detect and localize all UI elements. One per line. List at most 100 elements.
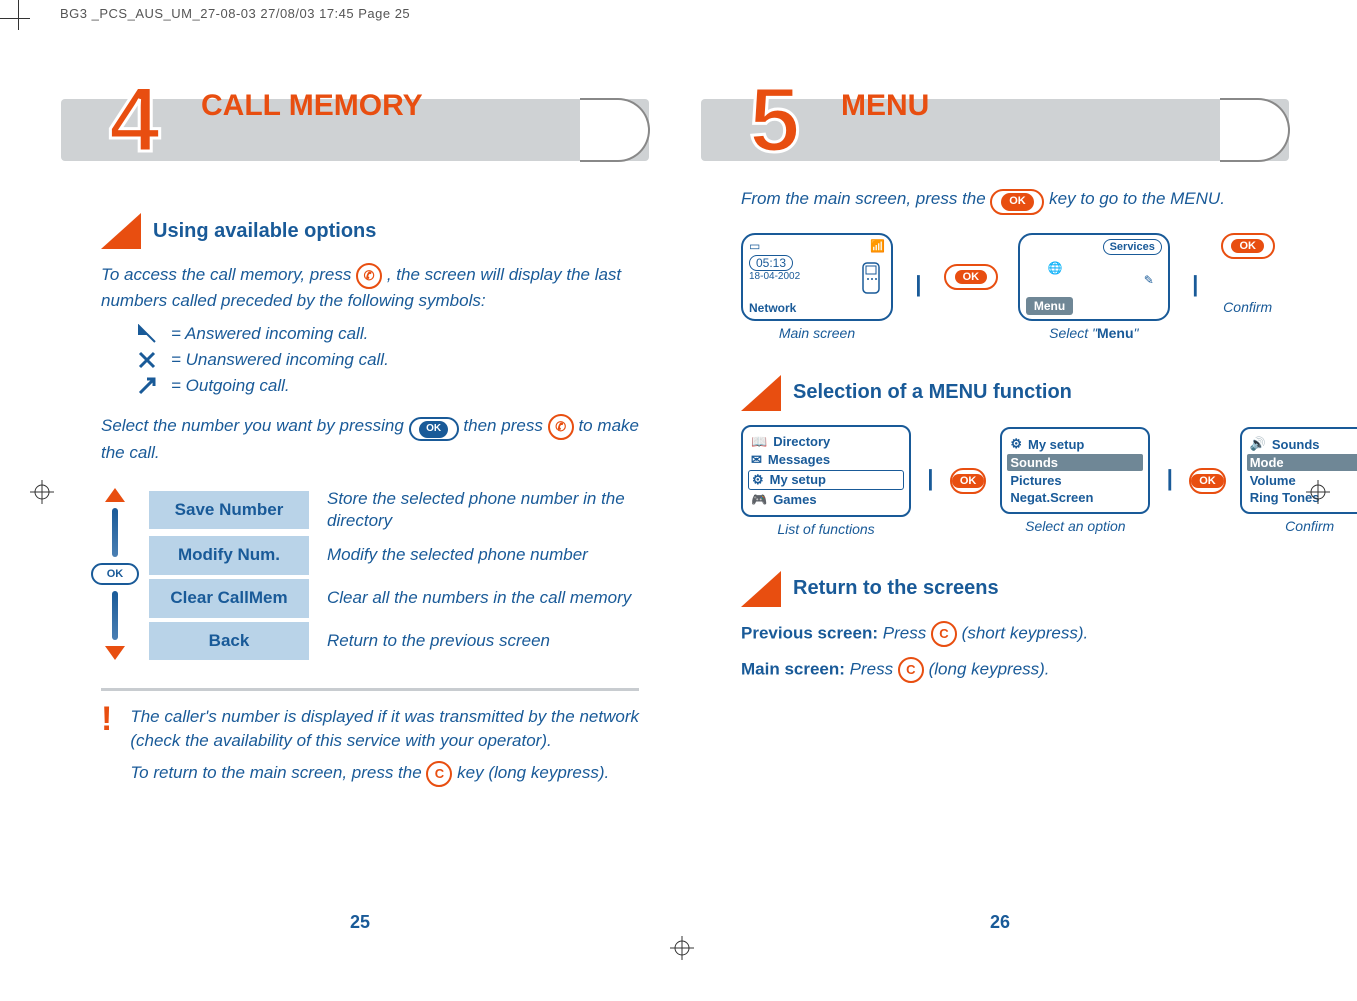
main-phone-screen: ▭ 📶 05:13 18-04-2002 Network [741, 233, 893, 321]
ok-key-icon: OK [1189, 468, 1226, 494]
header-label: Sounds [1272, 437, 1320, 452]
answered-icon [137, 324, 157, 344]
menu-intro: From the main screen, press the OK key t… [741, 187, 1279, 215]
gear-icon: ⚙ [752, 472, 764, 488]
cap-b: Menu [1097, 325, 1134, 341]
intro-paragraph: To access the call memory, press ✆ , the… [101, 263, 639, 314]
fn-mid-caption: Select an option [1025, 518, 1125, 534]
ok-key-icon: OK [990, 189, 1044, 215]
list-item-ringtones: Ring Tones [1250, 489, 1357, 506]
option-label: Clear CallMem [149, 579, 309, 618]
previous-screen-line: Previous screen: Press C (short keypress… [741, 621, 1279, 647]
option-row-modify: Modify Num. Modify the selected phone nu… [149, 536, 639, 575]
flow-divider: ┃ [913, 276, 924, 297]
note-line2a: To return to the main screen, press the [130, 763, 426, 782]
select-a: Select the number you want by pressing [101, 416, 409, 435]
menu-screen-col: Services 🌐 ✎ Menu Select "Menu" [1018, 233, 1170, 341]
list-item-negat: Negat.Screen [1010, 489, 1140, 506]
list-item-pictures: Pictures [1010, 472, 1140, 489]
main-screen-col: ▭ 📶 05:13 18-04-2002 Network Main screen [741, 233, 893, 341]
item-label: Messages [768, 452, 830, 467]
list-item-games: 🎮Games [751, 491, 901, 509]
confirm-caption: Confirm [1223, 299, 1272, 315]
options-table: OK Save Number Store the selected phone … [149, 488, 639, 660]
item-label: Volume [1250, 473, 1296, 488]
scroll-indicator: OK [93, 488, 137, 660]
section-triangle-icon [741, 571, 781, 607]
prev-b: (short keypress). [962, 623, 1089, 642]
list-item-mysetup: ⚙ My setup [748, 470, 904, 490]
section-triangle-icon [101, 213, 141, 249]
ok-step-col: OK [944, 233, 998, 321]
fn-list-caption: List of functions [777, 521, 874, 537]
page-title-right: MENU [841, 89, 929, 123]
confirm-col: OK Confirm [1221, 233, 1275, 315]
exclamation-icon: ! [101, 711, 112, 787]
item-label: Negat.Screen [1010, 490, 1093, 505]
c-key-icon: C [426, 761, 452, 787]
fn-right-col: 🔊Sounds Mode Volume Ring Tones Confirm [1240, 427, 1357, 534]
option-label: Save Number [149, 491, 309, 530]
flow-divider: ┃ [1190, 276, 1201, 297]
unanswered-text: = Unanswered incoming call. [171, 350, 389, 370]
content-left: Using available options To access the ca… [101, 179, 639, 787]
note-line2b: key (long keypress). [457, 763, 609, 782]
list-item-messages: ✉ Messages [751, 451, 901, 469]
services-label: Services [1103, 239, 1162, 255]
item-label: Pictures [1010, 473, 1061, 488]
select-paragraph: Select the number you want by pressing O… [101, 414, 639, 466]
ok-pill: OK [91, 563, 139, 585]
section-title: Return to the screens [793, 577, 999, 600]
intro-a: To access the call memory, press [101, 265, 356, 284]
registration-mark-bottom [670, 936, 694, 960]
gear-icon: ⚙ [1010, 436, 1022, 452]
main-label: Main screen: [741, 659, 845, 678]
content-right: From the main screen, press the OK key t… [741, 179, 1279, 693]
envelope-icon: ✉ [751, 452, 762, 468]
ok-label: OK [1231, 239, 1264, 253]
ok-label: OK [1191, 474, 1224, 488]
symbol-unanswered: = Unanswered incoming call. [137, 350, 639, 370]
scroll-bar-bottom [112, 591, 118, 640]
symbol-outgoing: = Outgoing call. [137, 376, 639, 396]
function-flow-row: 📖 Directory ✉ Messages ⚙ My setup 🎮Games Li… [741, 425, 1279, 537]
network-label: Network [749, 301, 796, 315]
menu-flow-row: ▭ 📶 05:13 18-04-2002 Network Main screen… [741, 233, 1279, 341]
title-bar-arc [1220, 98, 1290, 162]
fn-mid-col: ⚙ My setup Sounds Pictures Negat.Screen S… [1000, 427, 1150, 534]
ok-key-icon: OK [944, 264, 998, 290]
item-label: My setup [770, 472, 826, 487]
header-mysetup: ⚙ My setup [1010, 435, 1140, 453]
title-bar-arc [580, 98, 650, 162]
big-number-5: 5 [741, 73, 831, 163]
ok-key-icon: OK [1221, 233, 1275, 259]
battery-icon: ▭ [749, 239, 760, 253]
list-item-volume: Volume [1250, 472, 1357, 489]
mysetup-screen: ⚙ My setup Sounds Pictures Negat.Screen [1000, 427, 1150, 514]
function-list-screen: 📖 Directory ✉ Messages ⚙ My setup 🎮Games [741, 425, 911, 517]
select-b: then press [463, 416, 547, 435]
intro-b: key to go to the MENU. [1049, 189, 1225, 208]
header-label: My setup [1028, 437, 1084, 452]
main-screen-line: Main screen: Press C (long keypress). [741, 657, 1279, 683]
list-item-directory: 📖 Directory [751, 433, 901, 451]
cap-c: " [1134, 325, 1139, 341]
ok-label: OK [955, 270, 988, 284]
scroll-bar-top [112, 508, 118, 557]
ok-key-icon: OK [950, 468, 987, 494]
note-content: The caller's number is displayed if it w… [130, 705, 639, 787]
fn-list-col: 📖 Directory ✉ Messages ⚙ My setup 🎮Games Li… [741, 425, 911, 537]
prev-a: Press [883, 623, 931, 642]
sounds-screen: 🔊Sounds Mode Volume Ring Tones [1240, 427, 1357, 514]
item-label: Sounds [1010, 455, 1058, 470]
book-icon: 📖 [751, 434, 767, 450]
page-right: 5 MENU From the main screen, press the O… [700, 80, 1300, 890]
option-row-back: Back Return to the previous screen [149, 622, 639, 661]
page-spread: 4 CALL MEMORY Using available options To… [60, 80, 1300, 890]
option-label: Modify Num. [149, 536, 309, 575]
item-label: Directory [773, 434, 830, 449]
header-sounds: 🔊Sounds [1250, 435, 1357, 453]
note-box: ! The caller's number is displayed if it… [101, 688, 639, 787]
registration-mark-right [1306, 480, 1330, 504]
flow-divider: ┃ [1164, 470, 1175, 491]
